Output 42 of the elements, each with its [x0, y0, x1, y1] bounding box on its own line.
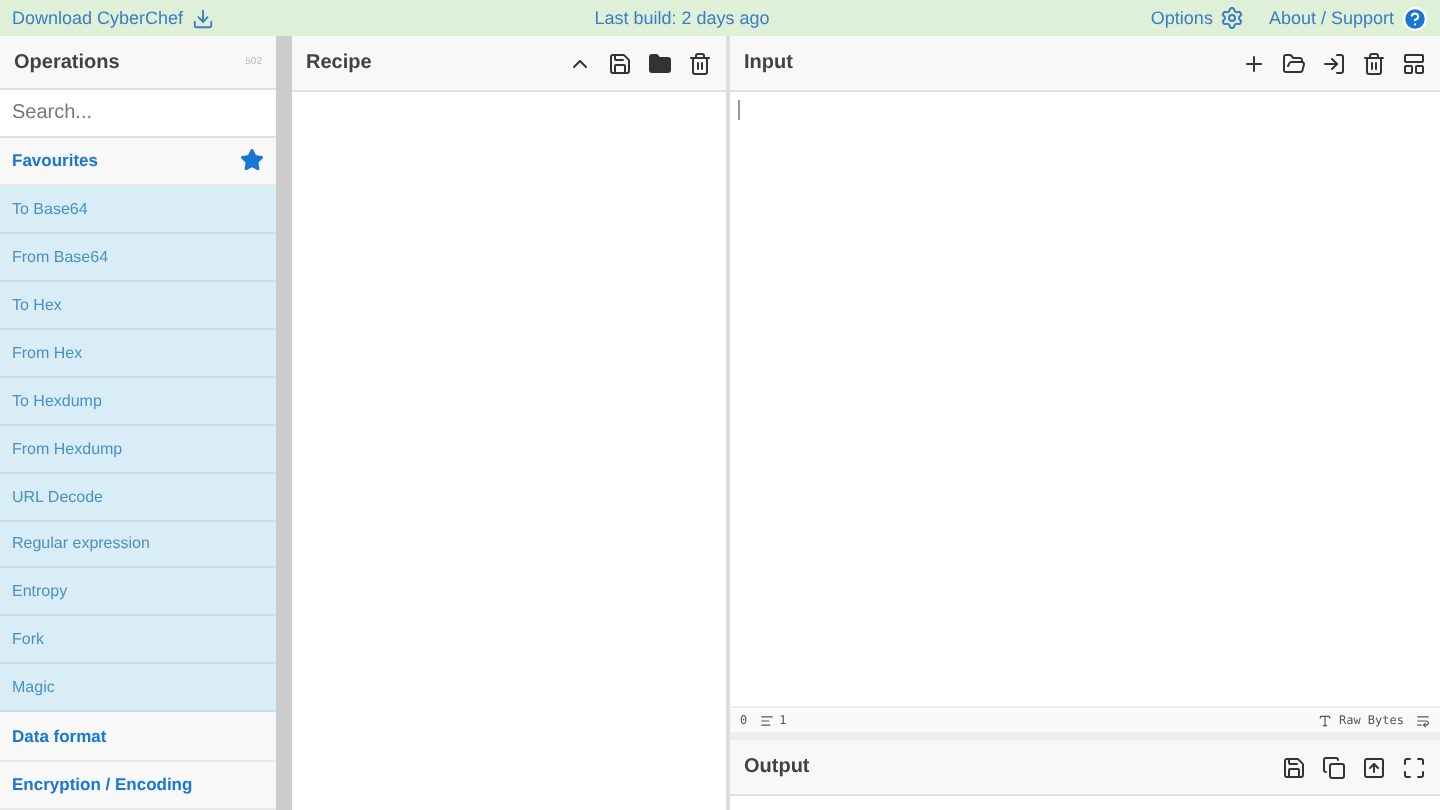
about-link[interactable]: About / Support [1268, 5, 1428, 31]
save-icon[interactable] [1282, 755, 1306, 779]
download-link[interactable]: Download CyberChef [12, 7, 214, 29]
category-header[interactable]: Favourites [0, 137, 276, 186]
operations-title: Operations [14, 51, 122, 74]
settings-icon [1220, 6, 1245, 30]
operation-item[interactable]: From Hex [0, 329, 276, 378]
operation-item[interactable]: To Hexdump [0, 377, 276, 426]
operation-item[interactable]: From Hexdump [0, 425, 276, 474]
operation-item[interactable]: Regular expression [0, 521, 276, 569]
text-cursor [738, 100, 740, 120]
operation-item[interactable]: To Hex [0, 281, 276, 330]
operation-item[interactable]: Magic [0, 664, 276, 713]
build-info: Last build: 2 days ago [594, 8, 770, 28]
folder-icon[interactable] [648, 51, 672, 75]
font-icon [1318, 713, 1333, 727]
replace-input-icon[interactable] [1362, 755, 1386, 779]
category-header[interactable]: Encryption / Encoding [0, 761, 276, 810]
delete-icon[interactable] [688, 51, 712, 75]
download-icon [191, 7, 214, 29]
options-link[interactable]: Options [1150, 6, 1245, 30]
maximize-icon[interactable] [1402, 755, 1426, 779]
lines-icon [759, 713, 774, 727]
add-icon[interactable] [1242, 51, 1266, 75]
star-icon [240, 148, 264, 173]
operation-item[interactable]: Entropy [0, 568, 276, 617]
layout-icon[interactable] [1402, 51, 1426, 75]
input-title: Input [744, 52, 795, 74]
wrap-icon[interactable] [1416, 713, 1430, 727]
help-icon [1402, 5, 1428, 31]
operation-item[interactable]: From Base64 [0, 233, 276, 282]
category-header[interactable]: Data format [0, 712, 276, 762]
import-icon[interactable] [1322, 51, 1346, 75]
folder-icon[interactable] [1282, 51, 1306, 75]
save-icon[interactable] [608, 51, 632, 75]
delete-icon[interactable] [1362, 51, 1386, 75]
recipe-title: Recipe [306, 52, 374, 74]
copy-icon[interactable] [1322, 755, 1346, 779]
operation-item[interactable]: URL Decode [0, 473, 276, 522]
operation-item[interactable]: To Base64 [0, 185, 276, 234]
output-title: Output [744, 756, 812, 778]
operation-item[interactable]: Fork [0, 616, 276, 665]
